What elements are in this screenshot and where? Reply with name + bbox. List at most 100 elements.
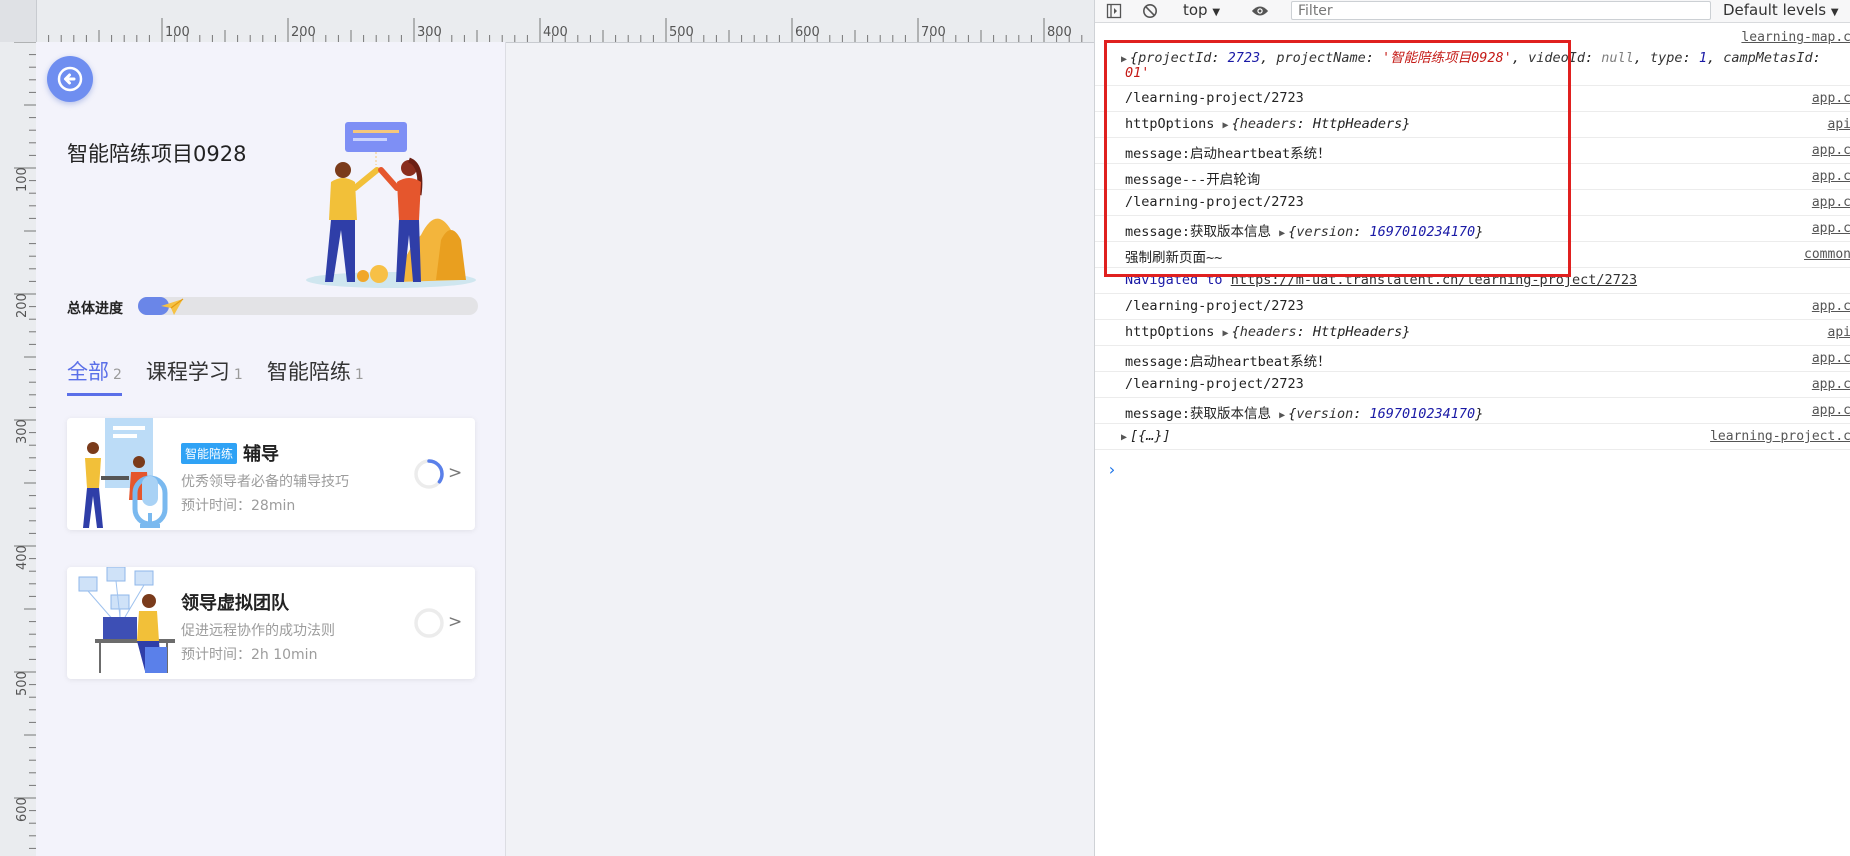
log-row: ▶ [{…}] learning-project.c [1095,424,1850,450]
log-source-link[interactable]: app.c [1812,299,1850,314]
expand-triangle-icon[interactable]: ▶ [1121,54,1127,65]
ruler-label: 400 [543,25,568,40]
ruler-vertical: 100 200 300 400 500 600 [0,0,37,856]
log-row: httpOptions ▶ {headers: HttpHeaders} api [1095,320,1850,346]
context-selector-value: top [1183,1,1208,19]
device-emulator-area: 100 200 300 400 500 600 700 800 100 200 300 400 500… [0,0,1094,856]
ruler-label: 200 [15,293,30,318]
expand-triangle-icon[interactable]: ▶ [1279,228,1285,239]
page-title: 智能陪练项目0928 [67,142,247,166]
chevron-down-icon: ▼ [1830,7,1839,18]
ruler-label: 200 [291,25,316,40]
log-row: message:启动heartbeat系统！ app.c [1095,138,1850,164]
log-row: 强制刷新页面~~ common [1095,242,1850,268]
ruler-label: 500 [669,25,694,40]
card-subtitle: 优秀领导者必备的辅导技巧 [181,474,349,490]
tab-smart-practice[interactable]: 智能陪练 1 [267,356,364,396]
console-messages: learning-map.c ▶ {projectId: 2723, projec… [1095,22,1850,856]
log-source-link[interactable]: app.c [1812,91,1850,106]
console-toolbar: top ▼ Default levels ▼ [1095,0,1850,23]
filter-tabs: 全部 2 课程学习 1 智能陪练 1 [67,356,388,396]
console-prompt[interactable]: › [1107,460,1117,479]
card-subtitle: 促进远程协作的成功法则 [181,623,335,639]
chevron-right-icon: > [448,463,463,483]
tab-label: 智能陪练 [266,360,351,384]
expand-triangle-icon[interactable]: ▶ [1279,410,1285,421]
log-source-link[interactable]: app.c [1812,169,1850,184]
log-source-link[interactable]: app.c [1812,403,1850,418]
ruler-label: 100 [165,25,190,40]
card-title-row: 智能陪练 辅导 [181,440,279,466]
course-card-virtual-team[interactable]: 领导虚拟团队 促进远程协作的成功法则 预计时间：2h 10min > [67,567,475,679]
devtools-console-panel: top ▼ Default levels ▼ learning-map.c ▶{… [1094,0,1850,856]
coaching-illustration [83,418,168,528]
card-progress-ring [414,459,444,489]
sidebar-toggle-icon[interactable] [1105,2,1123,20]
log-array[interactable]: [{…}] [1130,428,1171,444]
log-source-link[interactable]: app.c [1812,143,1850,158]
log-text: httpOptions [1125,324,1215,340]
log-text: /learning-project/2723 [1125,298,1304,314]
expand-triangle-icon[interactable]: ▶ [1223,120,1229,131]
card-estimated-time: 预计时间：2h 10min [181,647,318,663]
ruler-label: 300 [15,419,30,444]
log-row: Navigated to https://m-uat.translalent.c… [1095,268,1850,294]
tab-count: 1 [233,367,243,383]
log-row: ▶ {projectId: 2723, projectName: '智能陪练项目0… [1095,42,1850,86]
log-source-link[interactable]: common [1804,247,1850,262]
log-text: /learning-project/2723 [1125,194,1304,210]
tab-count: 2 [113,367,122,383]
tab-all[interactable]: 全部 2 [67,356,122,396]
console-filter-input[interactable] [1291,1,1711,20]
log-text: /learning-project/2723 [1125,90,1304,106]
log-source-link[interactable]: app.c [1812,351,1850,366]
clear-console-icon[interactable] [1141,2,1159,20]
log-text: message:获取版本信息 [1125,406,1272,422]
log-text: message:获取版本信息 [1125,224,1272,240]
log-row: message:获取版本信息 ▶ {version: 1697010234170}… [1095,216,1850,242]
log-row: /learning-project/2723 app.c [1095,86,1850,112]
tab-label: 全部 [67,360,109,384]
virtual-team-illustration [78,567,175,673]
expand-triangle-icon[interactable]: ▶ [1223,328,1229,339]
card-title: 领导虚拟团队 [181,593,289,614]
card-estimated-time: 预计时间：28min [181,498,296,514]
ruler-label: 700 [921,25,946,40]
tab-course-learning[interactable]: 课程学习 1 [146,356,243,396]
ruler-label: 500 [15,671,30,696]
log-source-link[interactable]: api [1828,325,1850,340]
ruler-label: 800 [1047,25,1072,40]
overall-progress-label: 总体进度 [67,301,123,317]
overall-progress-bar [138,297,478,315]
mobile-screen: 智能陪练项目0928 总体进度 全部 2 课程学习 1 智能陪练 1 智能陪练 … [36,42,506,856]
log-source-link[interactable]: app.c [1812,195,1850,210]
card-progress-ring [414,608,444,638]
context-selector[interactable]: top ▼ [1183,1,1220,19]
log-object-project[interactable]: ▶ {projectId: 2723, projectName: '智能陪练项目0… [1121,46,1821,66]
tab-label: 课程学习 [145,360,230,384]
log-levels-selector[interactable]: Default levels ▼ [1723,1,1839,19]
log-source-link[interactable]: app.c [1812,377,1850,392]
card-badge: 智能陪练 [181,442,238,464]
expand-triangle-icon[interactable]: ▶ [1121,432,1127,443]
log-row: /learning-project/2723 app.c [1095,294,1850,320]
log-row: message---开启轮询 app.c [1095,164,1850,190]
log-object-continuation: 01' [1125,65,1150,81]
arrow-left-icon [57,66,83,92]
log-text: message:启动heartbeat系统！ [1125,354,1331,370]
log-levels-value: Default levels [1723,1,1827,19]
back-button[interactable] [47,56,93,102]
log-source-link[interactable]: api [1828,117,1850,132]
ruler-label: 600 [15,797,30,822]
eye-icon[interactable] [1251,2,1269,20]
ruler-vertical-ticks: 100 200 300 400 500 600 [14,41,36,849]
log-row: message:启动heartbeat系统！ app.c [1095,346,1850,372]
ruler-label: 300 [417,25,442,40]
card-title-row: 领导虚拟团队 [181,589,289,615]
log-source-link[interactable]: learning-project.c [1710,429,1850,444]
card-title: 辅导 [243,444,280,465]
navigated-url-link[interactable]: https://m-uat.translalent.cn/learning-pr… [1231,272,1637,288]
course-card-coaching[interactable]: 智能陪练 辅导 优秀领导者必备的辅导技巧 预计时间：28min > [67,418,475,530]
log-source-link[interactable]: app.c [1812,221,1850,236]
ruler-horizontal: 100 200 300 400 500 600 700 800 [0,0,1094,43]
